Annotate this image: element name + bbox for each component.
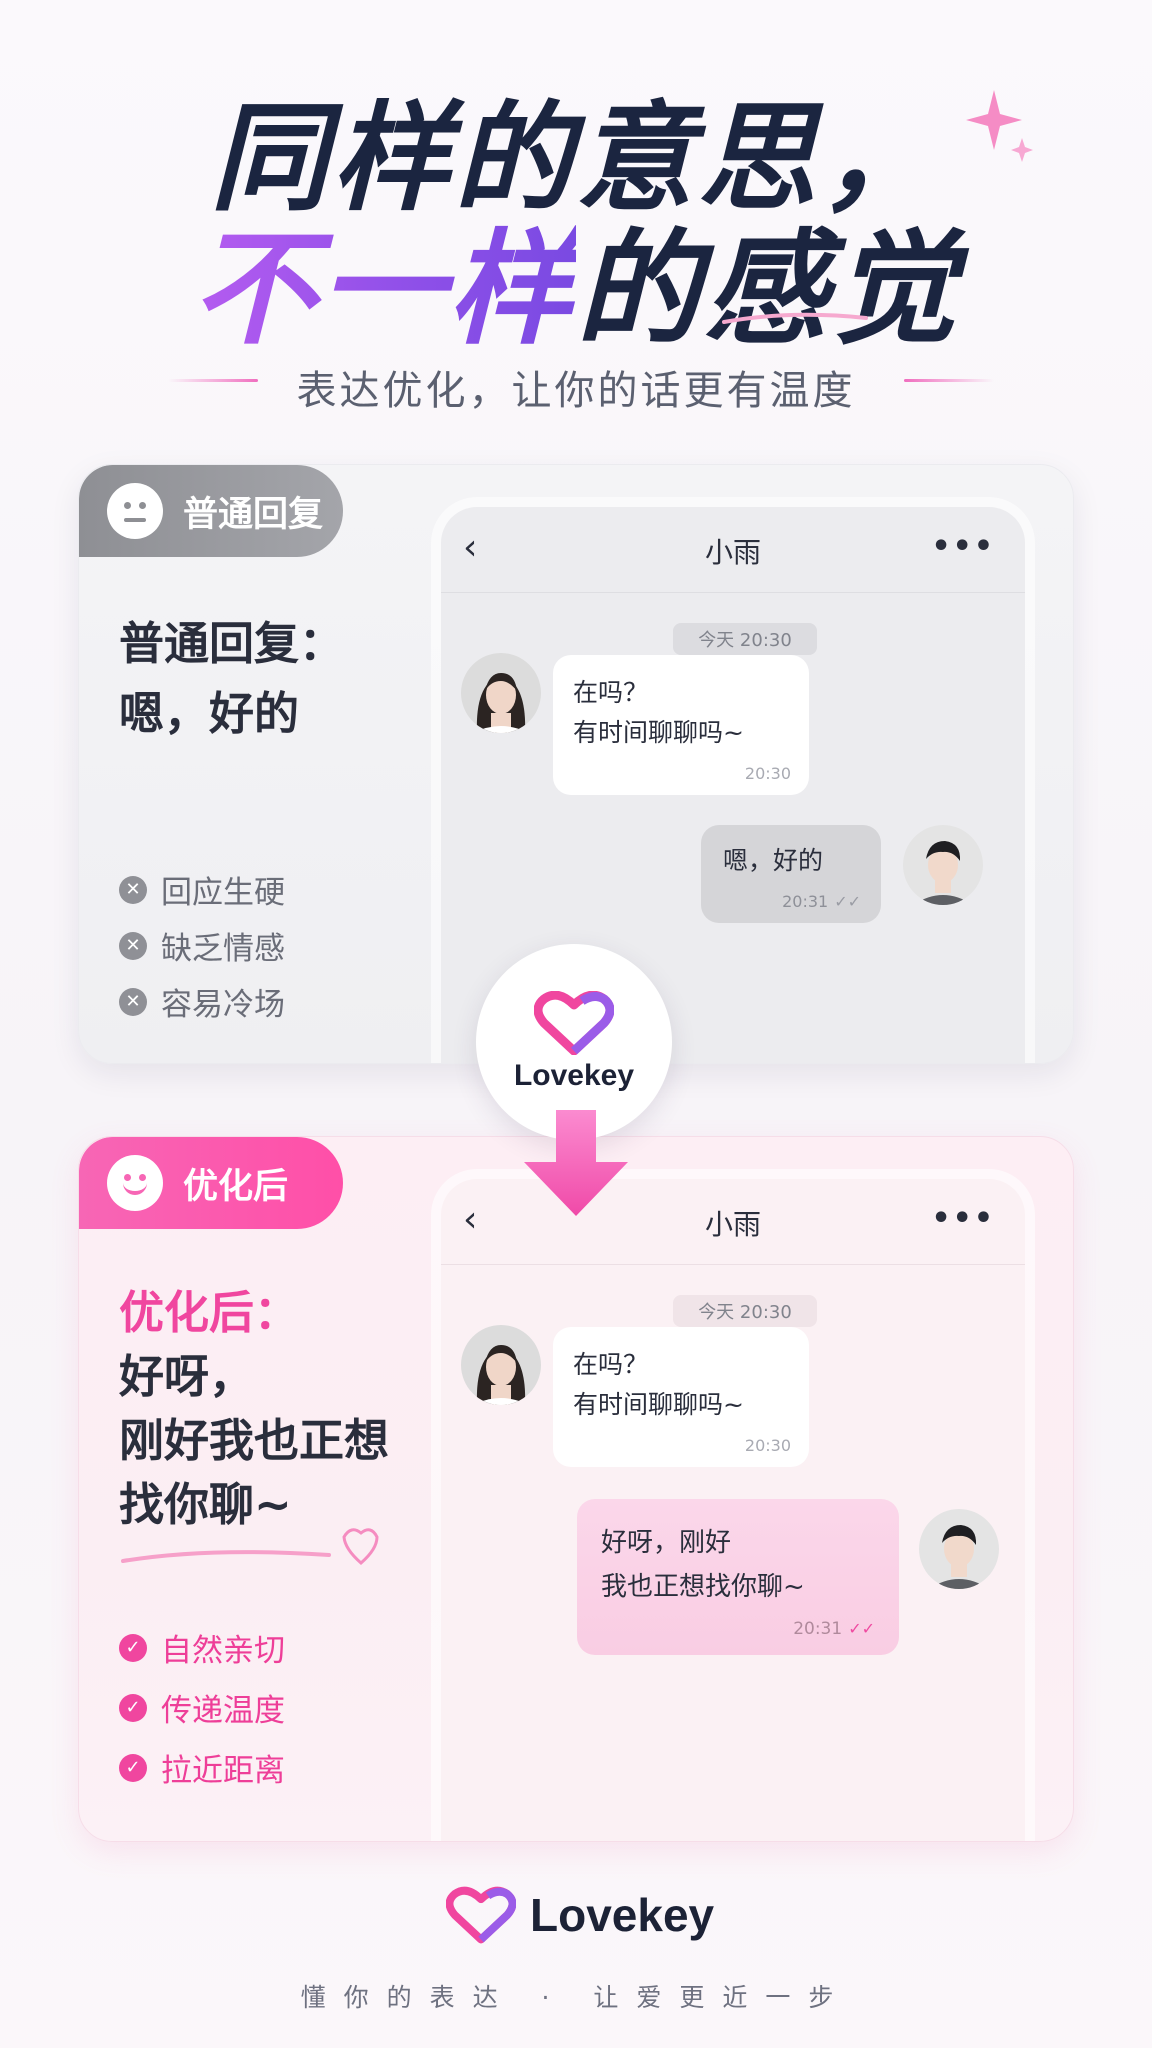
heart-doodle-icon [119, 1517, 399, 1581]
optimized-point-3: ✓ 拉近距离 [119, 1745, 285, 1790]
more-icon[interactable]: ••• [931, 1201, 995, 1236]
optimized-reply-card: 优化后 优化后： 好呀， 刚好我也正想 找你聊~ ✓ 自然亲切 ✓ 传递温度 ✓ 拉近… [78, 1136, 1074, 1842]
incoming-time: 20:30 [744, 764, 791, 783]
normal-point-1: ✕ 回应生硬 [119, 867, 285, 912]
hero-title-rest: 的感觉 [576, 218, 961, 362]
incoming-message: 在吗？ 有时间聊聊吗~ 20:30 [553, 655, 809, 795]
optimized-pill-label: 优化后 [183, 1166, 289, 1207]
contact-avatar [461, 1325, 541, 1405]
outgoing-time: 20:31 [782, 892, 829, 911]
check-circle-icon: ✓ [119, 1633, 147, 1662]
optimized-reply-heading: 优化后： [119, 1286, 300, 1339]
normal-outgoing-message: 嗯，好的 20:31 ✓✓ [701, 825, 881, 923]
optimized-outgoing-message: 好呀，刚好 我也正想找你聊~ 20:31 ✓✓ [577, 1499, 899, 1655]
read-check-icon: ✓✓ [834, 892, 861, 911]
contact-avatar [461, 653, 541, 733]
footer-brand: Lovekey [530, 1889, 715, 1941]
lovekey-logo-icon [446, 1886, 516, 1944]
x-circle-icon: ✕ [119, 875, 147, 904]
normal-reply-body: 嗯，好的 [119, 687, 300, 740]
normal-reply-heading: 普通回复： [119, 617, 345, 670]
normal-point-2: ✕ 缺乏情感 [119, 923, 285, 968]
smile-face-icon [107, 1155, 163, 1211]
user-avatar [903, 825, 983, 905]
time-tag: 今天 20:30 [673, 623, 817, 655]
subtitle-divider-right [904, 379, 994, 382]
check-circle-icon: ✓ [119, 1693, 147, 1722]
normal-point-3: ✕ 容易冷场 [119, 979, 285, 1024]
lovekey-logo-icon [534, 991, 614, 1055]
more-icon[interactable]: ••• [931, 529, 995, 564]
badge-brand: Lovekey [513, 1059, 635, 1092]
footer-tagline: 懂你的表达 · 让爱更近一步 [300, 1983, 852, 2012]
check-circle-icon: ✓ [119, 1753, 147, 1782]
normal-reply-text: 普通回复： 嗯，好的 [119, 609, 344, 749]
chat-phone-optimized: ‹ 小雨 ••• 今天 20:30 在吗？ 有时间聊聊吗~ 20:30 好呀，刚… [441, 1179, 1025, 1841]
incoming-message: 在吗？ 有时间聊聊吗~ 20:30 [553, 1327, 809, 1467]
neutral-face-icon [107, 483, 163, 539]
optimized-reply-pill: 优化后 [79, 1137, 343, 1229]
x-circle-icon: ✕ [119, 931, 147, 960]
hero-title-line2: 不一样的感觉 [0, 188, 1152, 368]
chat-header: ‹ 小雨 ••• [441, 507, 1025, 593]
optimized-reply-body: 好呀， 刚好我也正想 找你聊~ [119, 1350, 390, 1531]
hero-title-highlight: 不一样 [191, 218, 576, 362]
incoming-time: 20:30 [744, 1436, 791, 1455]
footer-logo: Lovekey [446, 1886, 714, 1944]
outgoing-time: 20:31 [793, 1619, 843, 1639]
normal-reply-pill: 普通回复 [79, 465, 343, 557]
user-avatar [919, 1509, 999, 1589]
arrow-down-icon [516, 1110, 636, 1224]
swoosh-decoration [720, 308, 870, 332]
optimized-point-1: ✓ 自然亲切 [119, 1625, 285, 1670]
optimized-point-2: ✓ 传递温度 [119, 1685, 285, 1730]
time-tag: 今天 20:30 [673, 1295, 817, 1327]
x-circle-icon: ✕ [119, 987, 147, 1016]
subtitle: 表达优化，让你的话更有温度 [296, 368, 856, 414]
read-check-icon: ✓✓ [848, 1619, 875, 1638]
normal-pill-label: 普通回复 [183, 494, 324, 535]
